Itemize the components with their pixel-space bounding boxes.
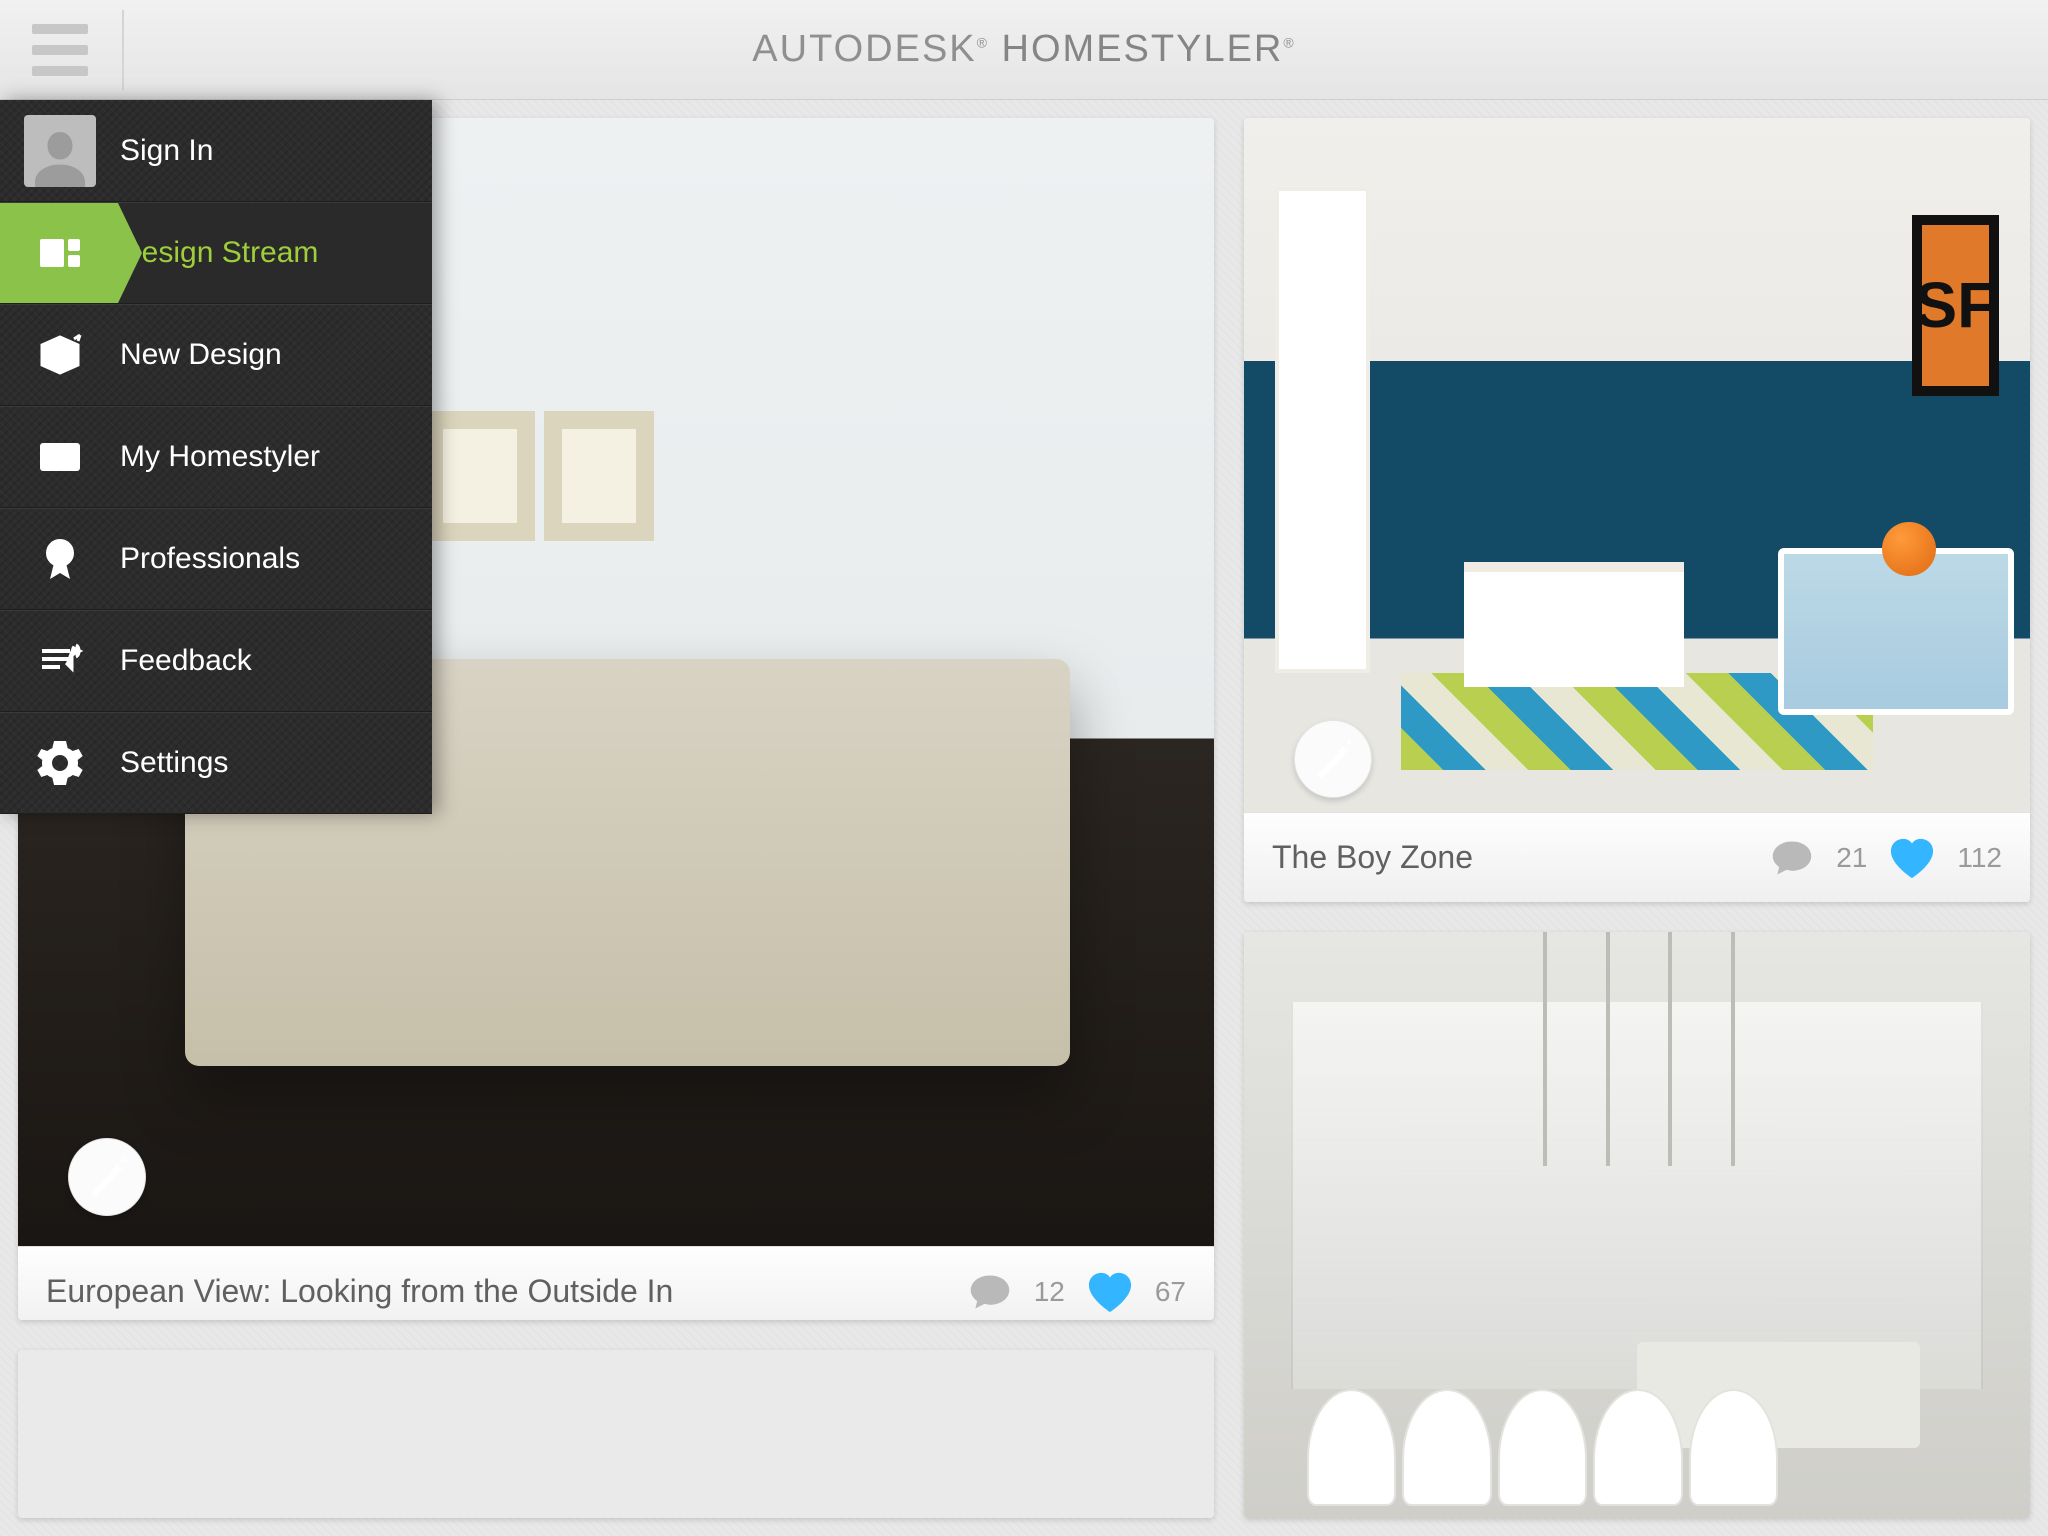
menu-label: Design Stream <box>120 236 318 270</box>
brand-prefix: AUTODESK <box>752 28 976 70</box>
sidebar-item-signin[interactable]: Sign In <box>0 100 432 202</box>
avatar-icon <box>24 115 96 187</box>
menu-label: My Homestyler <box>120 440 320 474</box>
wand-icon <box>1309 735 1357 783</box>
award-icon <box>36 535 84 583</box>
like-count: 67 <box>1155 1276 1186 1308</box>
comment-icon[interactable] <box>1770 836 1814 880</box>
feedback-icon <box>36 637 84 685</box>
menu-label: New Design <box>120 338 282 372</box>
sidebar-item-new-design[interactable]: New Design <box>0 304 432 406</box>
sidebar-item-design-stream[interactable]: Design Stream <box>0 202 432 304</box>
design-card[interactable]: SF The Boy Zone 21 112 <box>1244 118 2030 902</box>
like-icon[interactable] <box>1087 1271 1133 1313</box>
menu-label: Professionals <box>120 542 300 576</box>
menu-label: Settings <box>120 746 228 780</box>
like-count: 112 <box>1957 842 2002 874</box>
app-header: AUTODESK® HOMESTYLER® <box>0 0 2048 100</box>
like-icon[interactable] <box>1889 837 1935 879</box>
magic-wand-button[interactable] <box>68 1138 146 1216</box>
menu-label: Sign In <box>120 134 213 168</box>
design-card[interactable] <box>18 1350 1214 1518</box>
sidebar-item-professionals[interactable]: Professionals <box>0 508 432 610</box>
brand-name: HOMESTYLER <box>1002 28 1284 70</box>
magic-wand-button[interactable] <box>1294 720 1372 798</box>
brand-title: AUTODESK® HOMESTYLER® <box>752 28 1295 71</box>
sidebar-item-settings[interactable]: Settings <box>0 712 432 814</box>
menu-label: Feedback <box>120 644 252 678</box>
sidebar-menu: Sign In Design Stream New Design <box>0 100 432 814</box>
design-title: The Boy Zone <box>1272 839 1473 876</box>
card-footer: The Boy Zone 21 112 <box>1244 812 2030 902</box>
comment-count: 21 <box>1836 842 1867 874</box>
wand-icon <box>83 1153 131 1201</box>
design-card[interactable] <box>1244 932 2030 1518</box>
card-footer: European View: Looking from the Outside … <box>18 1246 1214 1320</box>
box-icon <box>36 331 84 379</box>
gear-icon <box>36 739 84 787</box>
comment-icon[interactable] <box>968 1270 1012 1314</box>
header-divider <box>122 10 124 90</box>
sidebar-item-feedback[interactable]: Feedback <box>0 610 432 712</box>
design-title: European View: Looking from the Outside … <box>46 1273 673 1310</box>
design-thumbnail <box>1244 932 2030 1518</box>
comment-count: 12 <box>1034 1276 1065 1308</box>
idcard-icon <box>36 433 84 481</box>
poster-text: SF <box>1912 215 1998 395</box>
sidebar-item-my-homestyler[interactable]: My Homestyler <box>0 406 432 508</box>
design-thumbnail: SF <box>1244 118 2030 812</box>
menu-toggle-button[interactable] <box>32 24 88 76</box>
stream-icon <box>36 229 84 277</box>
